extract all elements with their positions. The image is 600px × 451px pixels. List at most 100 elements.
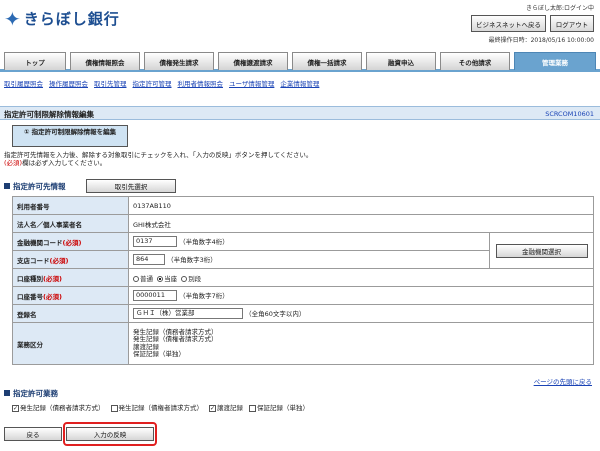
back-button[interactable]: 戻る <box>4 427 62 441</box>
section-permission-info-heading: 指定許可先情報 <box>4 181 66 192</box>
business-net-button[interactable]: ビジネスネットへ戻る <box>471 15 546 32</box>
logout-button[interactable]: ログアウト <box>550 15 594 32</box>
subnav-operation-history[interactable]: 操作履歴照会 <box>49 78 88 88</box>
bank-select-cell: 金融機関選択 <box>489 232 594 269</box>
required-mark: (必須) <box>43 292 62 301</box>
select-partner-button[interactable]: 取引先選択 <box>86 179 176 193</box>
user-no-label: 利用者番号 <box>12 196 129 215</box>
instructions: 指定許可先情報を入力後、解除する対象取引にチェックを入れ、「入力の反映」ボタンを… <box>4 151 312 167</box>
header: ✦ きらぼし銀行 きらぼし太郎:ログイン中 ビジネスネットへ戻る ログアウト 最… <box>0 0 600 46</box>
page-title: 指定許可制限解除情報編集 <box>4 110 94 119</box>
main-tabs: トップ 債権情報照会 債権発生請求 債権譲渡請求 債権一括請求 融資申込 その他… <box>0 52 600 72</box>
subnav-company-mgmt[interactable]: 企業情報管理 <box>280 78 319 88</box>
checkbox-creditor-issue[interactable] <box>110 404 118 412</box>
screen-code: SCRCOM10601 <box>545 110 594 118</box>
acct-type-radio-special[interactable] <box>181 275 188 282</box>
corp-name-value: GHI株式会社 <box>128 214 594 233</box>
bank-logo: ✦ きらぼし銀行 <box>4 8 120 29</box>
check-label-2: 発生記録（債権者請求方式） <box>118 404 204 412</box>
check-item-4: 保証記録（単独） <box>249 402 309 412</box>
biz-lines-cell: 発生記録（債務者請求方式） 発生記録（債権者請求方式） 譲渡記録 保証記録（単独… <box>128 322 594 365</box>
sub-navigation: 取引履歴照会 操作履歴照会 取引先管理 指定許可管理 利用者情報照会 ユーザ情報… <box>4 78 319 88</box>
subnav-permission-mgmt[interactable]: 指定許可管理 <box>133 78 172 88</box>
bank-code-cell: 0137 （半角数字4桁） <box>128 232 490 251</box>
acct-no-label-cell: 口座番号(必須) <box>12 286 129 305</box>
acct-type-ordinary-label: 普通 <box>140 274 153 283</box>
acct-no-input[interactable]: 0000011 <box>133 290 177 302</box>
tab-loan[interactable]: 融資申込 <box>366 52 436 70</box>
check-item-2: 発生記録（債権者請求方式） <box>110 402 204 412</box>
required-mark: (必須) <box>49 256 69 265</box>
last-operation: 最終操作日時：2018/05/16 10:00:00 <box>488 37 594 44</box>
reg-name-cell: ＧＨＩ（株）営業部 （全角60文字以内） <box>128 304 594 323</box>
acct-type-special-label: 別段 <box>188 274 202 283</box>
step-indicator: ① 指定許可制限解除情報を編集 <box>12 125 128 147</box>
tab-other-request[interactable]: その他請求 <box>440 52 510 70</box>
square-bullet-icon <box>4 183 10 189</box>
required-mark: (必須) <box>43 274 62 283</box>
instruction-line2: (必須)欄は必ず入力してください。 <box>4 159 312 167</box>
biz-line-3: 譲渡記録 <box>133 342 159 351</box>
tab-transfer-request[interactable]: 債権譲渡請求 <box>218 52 288 70</box>
branch-label: 支店コード <box>17 256 50 265</box>
acct-type-current-label: 当座 <box>164 274 178 283</box>
checkbox-debtor-issue[interactable]: ✓ <box>12 404 19 412</box>
tab-top[interactable]: トップ <box>4 52 66 70</box>
subnav-user-mgmt[interactable]: ユーザ情報管理 <box>229 78 274 88</box>
subnav-partner-mgmt[interactable]: 取引先管理 <box>94 78 127 88</box>
page-title-bar: 指定許可制限解除情報編集 SCRCOM10601 <box>0 106 600 120</box>
acct-no-hint: （半角数字7桁） <box>179 291 229 300</box>
acct-type-radio-current[interactable] <box>157 275 164 282</box>
business-checkboxes: ✓ 発生記録（債務者請求方式） 発生記録（債権者請求方式） ✓ 譲渡記録 保証記録（… <box>12 402 309 412</box>
acct-no-cell: 0000011 （半角数字7桁） <box>128 286 594 305</box>
instruction-line2-text: 欄は必ず入力してください。 <box>22 159 107 167</box>
check-label-4: 保証記録（単独） <box>257 404 309 412</box>
branch-hint: （半角数字3桁） <box>167 255 217 264</box>
reg-name-input[interactable]: ＧＨＩ（株）営業部 <box>133 308 243 320</box>
biz-line-4: 保証記録（単独） <box>133 350 185 358</box>
branch-code-input[interactable]: 864 <box>133 254 165 266</box>
bank-code-label-cell: 金融機関コード(必須) <box>12 232 129 251</box>
user-no-value: 0137AB110 <box>128 196 594 215</box>
instruction-line1: 指定許可先情報を入力後、解除する対象取引にチェックを入れ、「入力の反映」ボタンを… <box>4 151 313 159</box>
check-item-1: ✓ 発生記録（債務者請求方式） <box>12 402 105 412</box>
bank-select-button[interactable]: 金融機関選択 <box>495 243 588 258</box>
star-icon: ✦ <box>4 6 21 31</box>
page-top-link[interactable]: ページの先頭に戻る <box>534 376 592 386</box>
reg-name-label: 登録名 <box>12 304 129 323</box>
acct-type-label-cell: 口座種別(必須) <box>12 268 129 287</box>
biz-line-2: 発生記録（債権者請求方式） <box>133 335 218 343</box>
acct-no-label: 口座番号 <box>17 292 43 301</box>
section-permitted-business-heading: 指定許可業務 <box>4 388 58 399</box>
check-item-3: ✓ 譲渡記録 <box>209 402 243 412</box>
tab-credit-info[interactable]: 債権情報照会 <box>70 52 140 70</box>
tab-issue-request[interactable]: 債権発生請求 <box>144 52 214 70</box>
corp-name-label: 法人名／個人事業者名 <box>12 214 129 233</box>
reg-name-hint: （全角60文字以内） <box>245 309 306 318</box>
acct-type-label: 口座種別 <box>17 274 43 283</box>
checkbox-transfer[interactable]: ✓ <box>209 404 216 412</box>
check-label-1: 発生記録（債務者請求方式） <box>20 404 105 412</box>
tab-bulk-request[interactable]: 債権一括請求 <box>292 52 362 70</box>
section-permission-info-title: 指定許可先情報 <box>13 182 66 191</box>
bank-code-input[interactable]: 0137 <box>133 236 177 248</box>
section-permitted-business-title: 指定許可業務 <box>13 389 58 398</box>
bank-name: きらぼし銀行 <box>23 10 120 28</box>
user-status: きらぼし太郎:ログイン中 <box>525 5 594 12</box>
acct-type-cell: 普通 当座 別段 <box>128 268 594 287</box>
required-mark: (必須) <box>4 159 23 167</box>
required-mark: (必須) <box>62 238 82 247</box>
check-label-3: 譲渡記録 <box>217 404 243 412</box>
branch-cell: 864 （半角数字3桁） <box>128 250 490 269</box>
branch-label-cell: 支店コード(必須) <box>12 250 129 269</box>
subnav-transaction-history[interactable]: 取引履歴照会 <box>4 78 43 88</box>
permission-form: 利用者番号 0137AB110 法人名／個人事業者名 GHI株式会社 金融機関コ… <box>12 196 594 365</box>
highlight-frame <box>63 422 157 446</box>
biz-label: 業務区分 <box>12 322 129 365</box>
checkbox-guarantee[interactable] <box>249 404 256 412</box>
subnav-user-info[interactable]: 利用者情報照会 <box>178 78 224 88</box>
tab-management[interactable]: 管理業務 <box>514 52 596 70</box>
bank-code-hint: （半角数字4桁） <box>179 237 229 246</box>
acct-type-radio-ordinary[interactable] <box>133 275 139 282</box>
bank-code-label: 金融機関コード <box>17 238 63 247</box>
